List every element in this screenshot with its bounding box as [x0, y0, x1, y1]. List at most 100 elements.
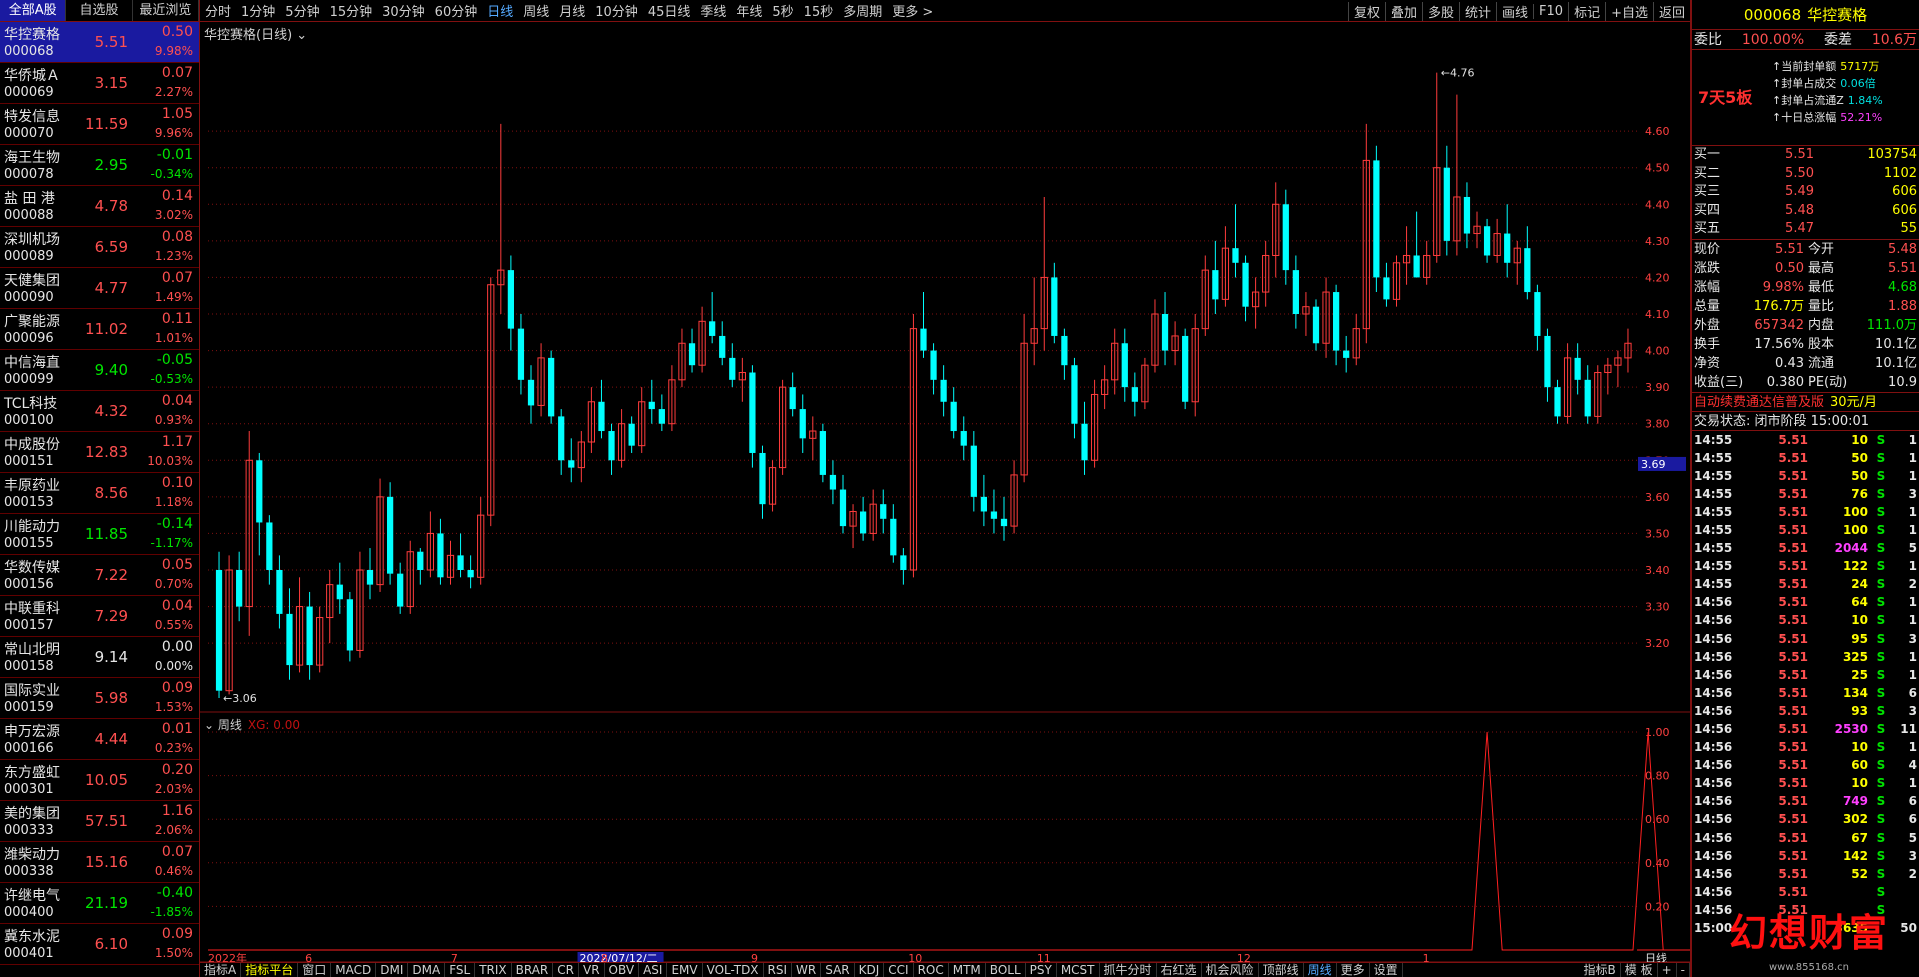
chevron-down-icon[interactable]: ⌄ — [204, 718, 214, 732]
stock-row[interactable]: 广聚能源 000096 11.02 0.11 1.01% — [0, 309, 199, 350]
stock-row[interactable]: 中信海直 000099 9.40 -0.05 -0.53% — [0, 350, 199, 391]
indicator-tab[interactable]: 右红选 — [1157, 963, 1202, 977]
template-button[interactable]: 模 板 — [1621, 963, 1658, 977]
quote-value: 9.98% — [1762, 279, 1804, 295]
stock-row[interactable]: 深圳机场 000089 6.59 0.08 1.23% — [0, 227, 199, 268]
indicator-tab[interactable]: RSI — [764, 963, 793, 977]
stock-row[interactable]: 华控赛格 000068 5.51 0.50 9.98% — [0, 22, 199, 63]
period-button[interactable]: 15分钟 — [325, 1, 378, 20]
indicator-tab[interactable]: MACD — [331, 963, 377, 977]
period-button[interactable]: 30分钟 — [377, 1, 430, 20]
indicator-tab[interactable]: 更多 — [1337, 963, 1370, 977]
indicator-tab[interactable]: ASI — [639, 963, 668, 977]
period-button[interactable]: 周线 — [518, 1, 554, 20]
indicator-tab[interactable]: 指标平台 — [241, 963, 299, 977]
period-button[interactable]: 10分钟 — [590, 1, 643, 20]
stock-row[interactable]: 华侨城Ａ 000069 3.15 0.07 2.27% — [0, 63, 199, 104]
indicator-tab[interactable]: VR — [579, 963, 605, 977]
quote-code: 000068 — [1743, 6, 1802, 24]
chart-tool-button[interactable]: 多股 — [1421, 1, 1459, 21]
stock-row[interactable]: 盐 田 港 000088 4.78 0.14 3.02% — [0, 186, 199, 227]
chart-tool-button[interactable]: 统计 — [1459, 1, 1496, 21]
stock-row[interactable]: 中成股份 000151 12.83 1.17 10.03% — [0, 432, 199, 473]
chart-tool-button[interactable]: +自选 — [1605, 1, 1653, 21]
stock-row[interactable]: 川能动力 000155 11.85 -0.14 -1.17% — [0, 514, 199, 555]
chart-tool-button[interactable]: 返回 — [1652, 1, 1690, 21]
period-button[interactable]: 45日线 — [643, 1, 696, 20]
subscription-ad[interactable]: 自动续费通达信普及版 30元/月 — [1692, 393, 1919, 412]
kline-chart[interactable]: 4.604.504.404.304.204.104.003.903.803.70… — [200, 22, 1690, 965]
period-button[interactable]: 多周期 — [838, 1, 887, 20]
stock-row[interactable]: 特发信息 000070 11.59 1.05 9.96% — [0, 104, 199, 145]
indicator-tab[interactable]: 设置 — [1370, 963, 1403, 977]
stock-row[interactable]: 常山北明 000158 9.14 0.00 0.00% — [0, 637, 199, 678]
indicator-tab[interactable]: 周线 — [1304, 963, 1337, 977]
indicator-tab[interactable]: 顶部线 — [1259, 963, 1304, 977]
stock-row[interactable]: 冀东水泥 000401 6.10 0.09 1.50% — [0, 924, 199, 965]
indicator-tab[interactable]: DMA — [408, 963, 446, 977]
chart-tool-button[interactable]: 复权 — [1347, 1, 1385, 21]
period-button[interactable]: 5秒 — [767, 1, 798, 20]
indicator-tab[interactable]: MTM — [949, 963, 986, 977]
chart-tool-button[interactable]: 叠加 — [1384, 1, 1422, 21]
period-button[interactable]: 60分钟 — [430, 1, 483, 20]
indicator-tab[interactable]: BOLL — [986, 963, 1026, 977]
indicator-tab[interactable]: MCST — [1057, 963, 1100, 977]
stock-row[interactable]: 中联重科 000157 7.29 0.04 0.55% — [0, 596, 199, 637]
indicator-tab[interactable]: EMV — [667, 963, 703, 977]
period-button[interactable]: 15秒 — [799, 1, 839, 20]
period-button[interactable]: 更多 > — [887, 1, 938, 20]
stock-row[interactable]: 华数传媒 000156 7.22 0.05 0.70% — [0, 555, 199, 596]
indicator-tab[interactable]: 窗口 — [298, 963, 332, 977]
chevron-down-icon[interactable]: ⌄ — [296, 28, 307, 43]
order-price: 5.48 — [1785, 202, 1814, 218]
stock-row[interactable]: 国际实业 000159 5.98 0.09 1.53% — [0, 678, 199, 719]
stock-row[interactable]: 许继电气 000400 21.19 -0.40 -1.85% — [0, 883, 199, 924]
indicator-tab[interactable]: TRIX — [475, 963, 512, 977]
stock-row[interactable]: 东方盛虹 000301 10.05 0.20 2.03% — [0, 760, 199, 801]
indicator-tab[interactable]: 抓牛分时 — [1100, 963, 1157, 977]
stock-row[interactable]: 丰原药业 000153 8.56 0.10 1.18% — [0, 473, 199, 514]
indicator-tab[interactable]: VOL-TDX — [703, 963, 764, 977]
template-button[interactable]: - — [1677, 963, 1690, 977]
stock-row[interactable]: 天健集团 000090 4.77 0.07 1.49% — [0, 268, 199, 309]
stock-code: 000151 — [4, 454, 54, 469]
period-button[interactable]: 日线 — [482, 1, 518, 20]
indicator-tab[interactable]: CCI — [884, 963, 914, 977]
stock-list-tab[interactable]: 全部A股 — [0, 0, 67, 21]
chart-tool-button[interactable]: 画线 — [1496, 1, 1533, 21]
indicator-tab[interactable]: OBV — [605, 963, 640, 977]
period-button[interactable]: 月线 — [554, 1, 590, 20]
indicator-tab[interactable]: FSL — [445, 963, 476, 977]
stock-row[interactable]: 潍柴动力 000338 15.16 0.07 0.46% — [0, 842, 199, 883]
period-button[interactable]: 年线 — [731, 1, 767, 20]
chart-tool-button[interactable]: F10 — [1533, 3, 1568, 19]
indicator-tab[interactable]: 指标A — [200, 963, 242, 977]
indicator-tab[interactable]: CR — [553, 963, 579, 977]
stock-list-tab[interactable]: 自选股 — [66, 0, 133, 21]
trade-time: 14:55 — [1694, 450, 1733, 465]
indicator-tab[interactable]: WR — [792, 963, 822, 977]
period-button[interactable]: 季线 — [695, 1, 731, 20]
template-button[interactable]: 指标B — [1580, 963, 1621, 977]
period-button[interactable]: 5分钟 — [280, 1, 324, 20]
indicator-tab[interactable]: BRAR — [512, 963, 554, 977]
stock-row[interactable]: 海王生物 000078 2.95 -0.01 -0.34% — [0, 145, 199, 186]
stock-row[interactable]: 申万宏源 000166 4.44 0.01 0.23% — [0, 719, 199, 760]
period-button[interactable]: 分时 — [200, 1, 236, 20]
indicator-tab[interactable]: DMI — [376, 963, 409, 977]
chart-tool-button[interactable]: 标记 — [1568, 1, 1605, 21]
stock-list-tab[interactable]: 最近浏览 — [133, 0, 199, 21]
stock-row[interactable]: TCL科技 000100 4.32 0.04 0.93% — [0, 391, 199, 432]
trade-price: 5.51 — [1778, 522, 1808, 537]
indicator-tab[interactable]: ROC — [914, 963, 949, 977]
trade-row: 14:55 5.51 24 S 2 — [1692, 575, 1919, 593]
template-button[interactable]: + — [1658, 963, 1677, 977]
indicator-tab[interactable]: KDJ — [855, 963, 885, 977]
period-button[interactable]: 1分钟 — [236, 1, 280, 20]
indicator-tab[interactable]: SAR — [821, 963, 855, 977]
indicator-tab[interactable]: 机会风险 — [1202, 963, 1259, 977]
stock-change: 0.08 — [161, 229, 193, 245]
stock-row[interactable]: 美的集团 000333 57.51 1.16 2.06% — [0, 801, 199, 842]
indicator-tab[interactable]: PSY — [1026, 963, 1057, 977]
